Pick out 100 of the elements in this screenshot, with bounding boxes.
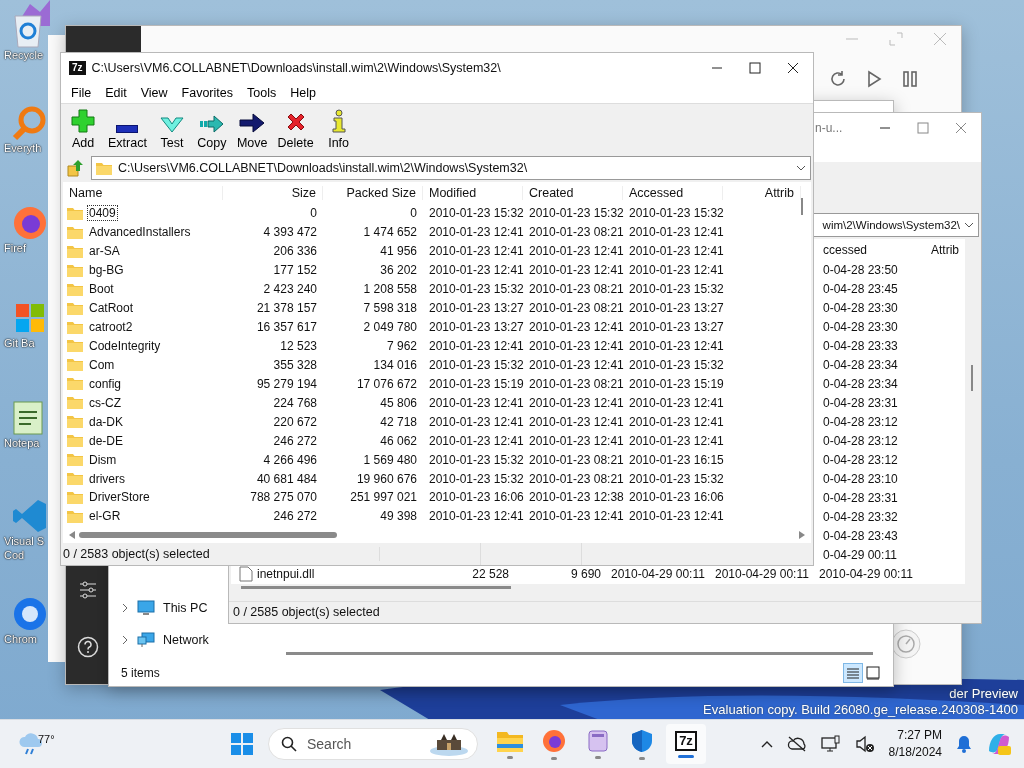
nav-item[interactable]: This PC: [163, 601, 208, 615]
table-cell-text: 224 768: [272, 395, 318, 410]
chevron-right-icon[interactable]: [121, 635, 129, 645]
notepad-icon[interactable]: [588, 729, 608, 752]
sliders-icon[interactable]: [77, 580, 98, 600]
table-cell-text: 4 393 472: [262, 225, 318, 240]
table-cell-text: DriverStore: [88, 489, 151, 506]
speaker-muted-icon[interactable]: [854, 735, 875, 753]
toolbar-button[interactable]: Info: [318, 104, 359, 154]
chevron-down-icon[interactable]: [964, 221, 974, 228]
table-cell-text: 251 997 021: [349, 490, 418, 505]
tiles-view-button[interactable]: [863, 663, 883, 683]
square-icon: [866, 666, 880, 680]
column-header[interactable]: Packed Size: [323, 185, 423, 200]
table-cell-text: 17 076 672: [355, 376, 418, 391]
path-combo[interactable]: C:\Users\VM6.COLLABNET\Downloads\install.wim\2\Windows\System32\: [91, 156, 811, 180]
refresh-icon[interactable]: [829, 70, 847, 88]
search-field[interactable]: Search: [268, 728, 478, 760]
menu-item[interactable]: Help: [283, 83, 323, 103]
nav-item[interactable]: Network: [163, 633, 209, 647]
table-cell-text: 2010-01-23 15:32: [428, 206, 523, 221]
table-cell-text: 42 718: [379, 414, 418, 429]
desktop-icon-label: Chrom: [4, 632, 37, 646]
folder-icon: [67, 320, 83, 334]
app-badge: 7z: [69, 61, 86, 75]
clock-date[interactable]: 8/18/2024: [888, 744, 942, 761]
table-cell-text: 0-04-28 23:12: [823, 453, 899, 468]
table-cell-text: 2010-01-23 15:32: [628, 357, 723, 372]
folder-icon: [67, 453, 83, 467]
column-header[interactable]: Attrib: [919, 242, 959, 257]
bell-icon[interactable]: [956, 735, 972, 753]
list-icon: [846, 667, 860, 679]
shield-icon[interactable]: [631, 728, 653, 753]
toolbar-button[interactable]: Test: [151, 104, 192, 154]
column-header[interactable]: ccessed: [823, 242, 919, 257]
column-header[interactable]: Size: [223, 185, 323, 200]
table-cell-text: 2 049 780: [362, 320, 418, 335]
table-cell-text: 0-04-28 23:34: [823, 377, 899, 392]
desktop-icon-label: Recycle: [4, 48, 44, 62]
table-cell-text: 2010-01-23 12:41: [528, 320, 623, 335]
table-cell-text: 40 681 484: [255, 471, 318, 486]
clock-time[interactable]: 7:27 PM: [897, 727, 942, 744]
table-cell-text: 0-04-28 23:31: [823, 491, 899, 506]
chevron-right-icon[interactable]: [121, 603, 129, 613]
window-title: n-u...: [815, 120, 844, 135]
close-icon[interactable]: [787, 62, 799, 74]
table-cell-text: 1 569 480: [362, 452, 418, 467]
copilot-icon[interactable]: [986, 731, 1012, 757]
table-cell-text: 788 275 070: [249, 490, 318, 505]
sevenzip-badge[interactable]: 7z: [675, 730, 697, 751]
table-cell-text: 2010-01-23 15:32: [628, 471, 723, 486]
toolbar-button[interactable]: Copy: [191, 104, 232, 154]
folder-icon: [67, 301, 83, 315]
temperature: 77°: [38, 733, 55, 745]
table-cell-text: 2010-01-23 12:41: [528, 263, 623, 278]
play-icon[interactable]: [865, 70, 883, 88]
column-header[interactable]: Name: [63, 185, 223, 200]
fox-globe-icon[interactable]: [542, 728, 566, 753]
toolbar-button[interactable]: Extract: [103, 104, 152, 154]
chevron-down-icon[interactable]: [796, 165, 806, 171]
table-cell-text: 220 672: [272, 414, 318, 429]
table-cell-text: 2010-01-23 12:41: [428, 433, 523, 448]
menu-item[interactable]: Edit: [98, 83, 134, 103]
table-cell-text: 1 208 558: [362, 282, 418, 297]
help-icon[interactable]: [76, 636, 99, 658]
column-header[interactable]: Created: [523, 185, 623, 200]
toolbar-button[interactable]: Delete: [272, 104, 319, 154]
table-cell-text: 2010-01-23 12:41: [628, 338, 723, 353]
folder-icon: [67, 377, 83, 391]
table-cell-text: 2010-01-23 13:27: [628, 301, 723, 316]
table-cell-text: 2010-01-23 12:41: [428, 263, 523, 278]
toolbar-button[interactable]: Move: [231, 104, 273, 154]
toolbar-button[interactable]: Add: [63, 104, 103, 154]
desktop-icon-label: Git Ba: [4, 336, 35, 350]
column-header[interactable]: Accessed: [623, 185, 723, 200]
pause-icon[interactable]: [901, 70, 919, 88]
details-view-button[interactable]: [843, 663, 863, 683]
table-cell-text: Com: [88, 356, 116, 373]
table-cell-text: 2010-01-23 12:41: [428, 338, 523, 353]
scroll-right-icon[interactable]: [799, 530, 805, 539]
table-cell-text: el-GR: [88, 508, 122, 525]
up-folder-icon[interactable]: [67, 159, 85, 177]
table-cell-text: 2010-04-29 00:11: [610, 567, 706, 582]
start-icon[interactable]: [230, 732, 254, 756]
column-header[interactable]: Modified: [423, 185, 523, 200]
table-cell-text: 2010-01-23 08:21: [528, 471, 623, 486]
monitor-icon[interactable]: [820, 735, 841, 753]
table-cell-text: Boot: [88, 281, 115, 298]
table-cell-text: CatRoot: [88, 300, 135, 317]
table-cell-text: 2010-04-29 00:11: [715, 567, 810, 582]
chevron-down-icon: [159, 117, 184, 133]
menu-item[interactable]: Tools: [240, 83, 284, 103]
chevron-up-icon[interactable]: [760, 740, 773, 748]
item-count: 5 items: [121, 666, 160, 680]
menu-item[interactable]: View: [133, 83, 175, 103]
maximize-icon[interactable]: [749, 62, 761, 74]
cloud-off-icon[interactable]: [786, 736, 807, 752]
folder-icon[interactable]: [497, 729, 523, 752]
menu-item[interactable]: File: [64, 83, 99, 103]
menu-item[interactable]: Favorites: [174, 83, 240, 103]
